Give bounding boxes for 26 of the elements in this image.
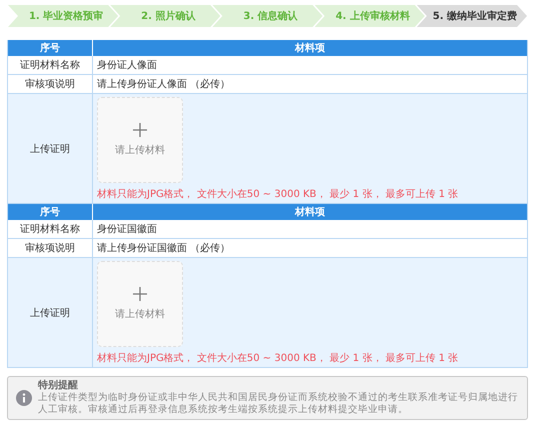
step-tab[interactable]: 3. 信息确认 (212, 5, 323, 27)
column-header: 材料项 (294, 206, 326, 220)
row-label: 证明材料名称 (20, 222, 80, 236)
row-value: 请上传身份证人像面 （必传） (97, 78, 230, 91)
row-value: 身份证国徽面 (97, 223, 157, 236)
row-label: 审核项说明 (25, 242, 75, 255)
row-label: 审核项说明 (25, 78, 75, 91)
plus-icon (133, 123, 147, 137)
upload-button[interactable]: 请上传材料 (97, 97, 183, 183)
step-tab[interactable]: 4. 上传审核材料 (314, 5, 425, 27)
notice-text: 上传证件类型为临时身份证或非中华人民共和国居民身份证而系统校验不通过的考生联系准考证号归属地进行人工审核。审核通过后再登录信息系统按考生端按系统提示上传材料提交毕业申请。 (38, 392, 519, 416)
column-header: 材料项 (294, 42, 326, 56)
plus-icon (133, 287, 147, 301)
step-tab[interactable]: 2. 照片确认 (110, 5, 220, 27)
step-tab[interactable]: 1. 毕业资格预审 (8, 5, 118, 27)
row-value: 身份证人像面 (97, 59, 157, 72)
notice-title: 特别提醒 (38, 380, 79, 392)
upload-hint: 材料只能为JPG格式， 文件大小在50 ~ 3000 KB， 最少 1 张， 最多可上传 1 张 (97, 352, 458, 365)
row-label: 上传证明 (30, 306, 70, 320)
upload-hint: 材料只能为JPG格式， 文件大小在50 ~ 3000 KB， 最少 1 张， 最多可上传 1 张 (97, 188, 458, 201)
row-value: 请上传身份证国徽面 （必传） (97, 242, 230, 255)
row-label: 上传证明 (30, 142, 70, 156)
info-icon (16, 390, 32, 406)
upload-button[interactable]: 请上传材料 (97, 261, 183, 347)
row-label: 证明材料名称 (20, 58, 80, 72)
step-tab[interactable]: 5. 缴纳毕业审定费 (416, 5, 528, 27)
